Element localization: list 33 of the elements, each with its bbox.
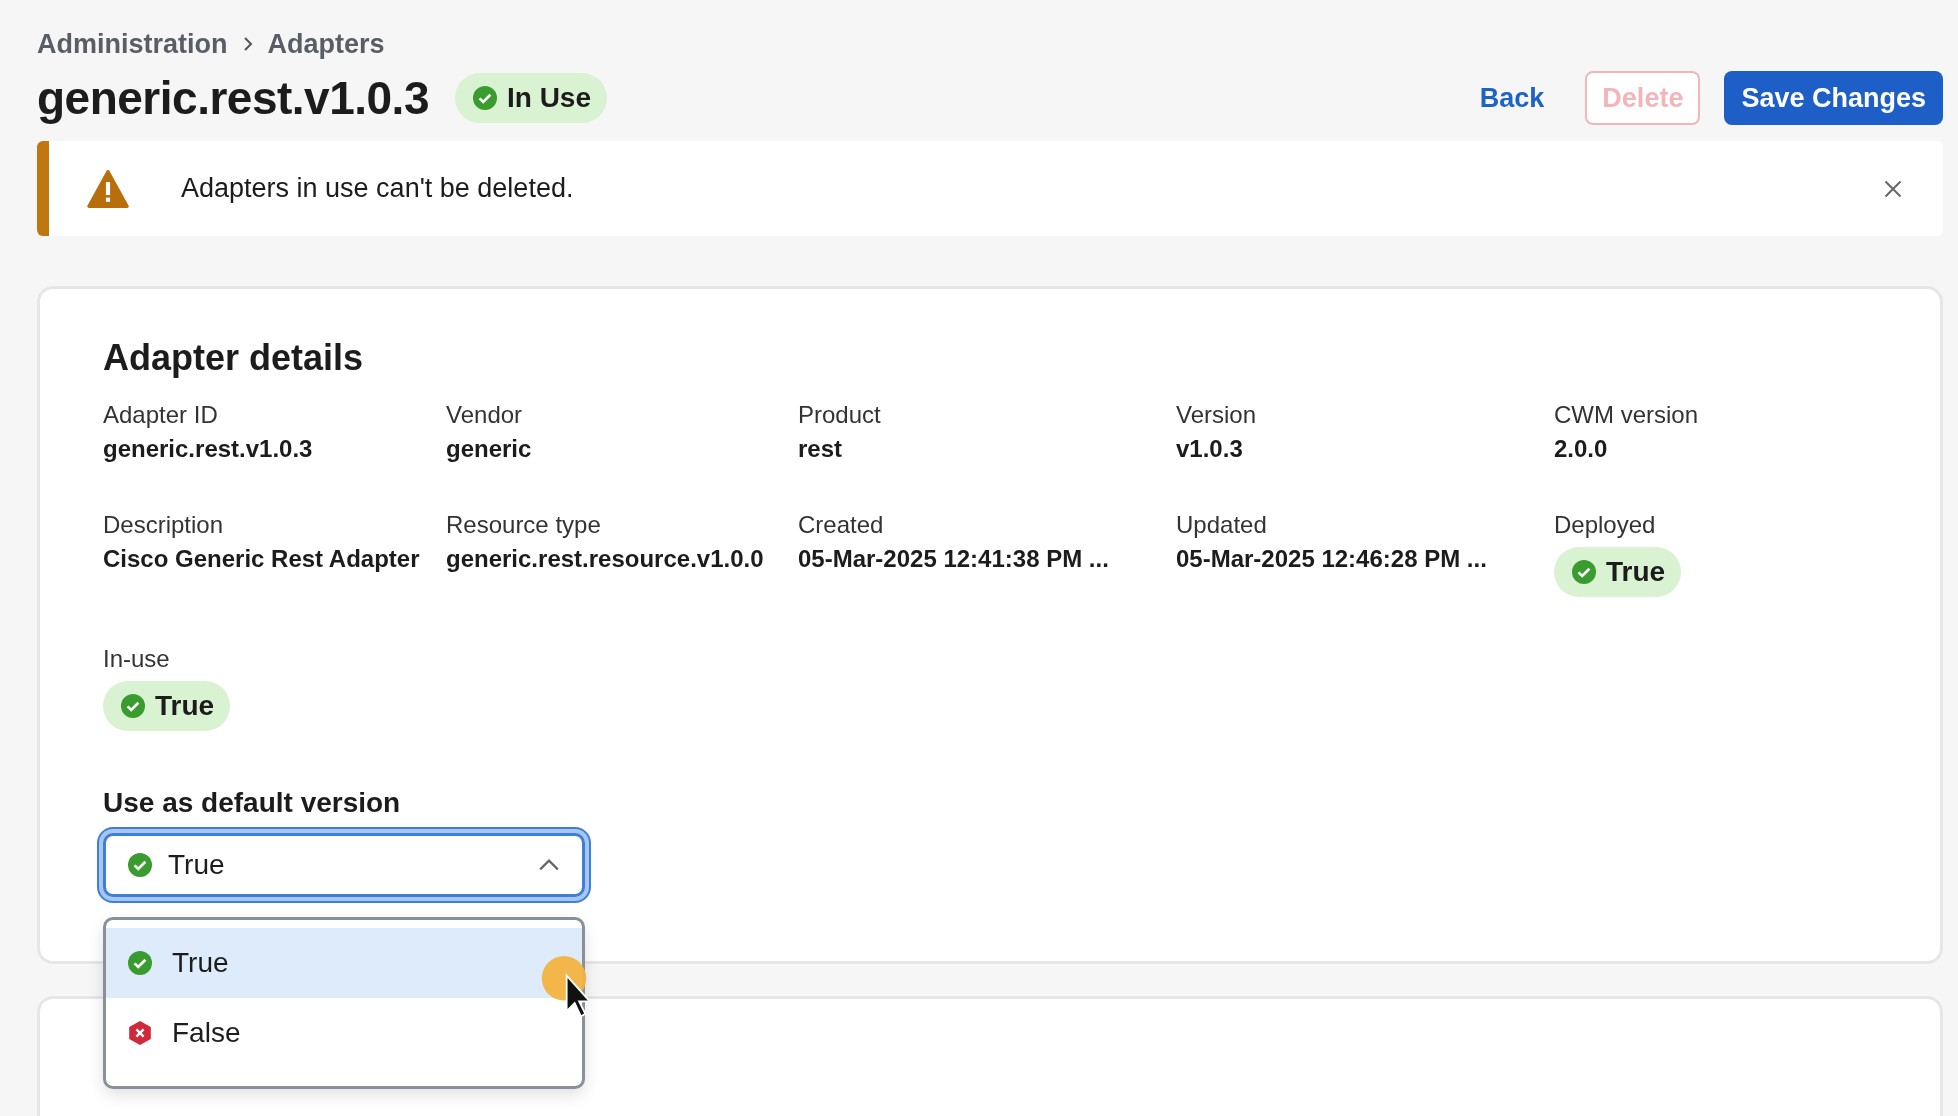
badge-label: True — [1606, 556, 1666, 588]
field-value: Cisco Generic Rest Adapter — [103, 545, 420, 573]
field-value: 2.0.0 — [1554, 435, 1608, 463]
field-label: Updated — [1176, 511, 1267, 539]
field-value: 05-Mar-2025 12:41:38 PM ... — [798, 545, 1109, 573]
breadcrumb-link[interactable]: Adapters — [267, 28, 385, 60]
action-button[interactable]: Save Changes — [1724, 71, 1943, 125]
dropdown-option[interactable]: True — [106, 928, 582, 998]
section-title: Adapter details — [103, 337, 365, 379]
field-label: Created — [798, 511, 884, 539]
field-label: Deployed — [1554, 511, 1656, 539]
field-label: Description — [103, 511, 224, 539]
badge-label: In Use — [506, 82, 591, 114]
field-label: In-use — [103, 645, 170, 673]
alert-message: Adapters in use can't be deleted. — [181, 173, 574, 204]
field-value: generic — [446, 435, 532, 463]
dropdown-option[interactable]: False — [106, 998, 582, 1068]
field-label: Use as default version — [103, 787, 402, 819]
field-label: Product — [798, 401, 881, 429]
field-label: Version — [1176, 401, 1257, 429]
page-title: generic.rest.v1.0.3 — [37, 71, 429, 125]
field-label: Adapter ID — [103, 401, 218, 429]
field-value: 05-Mar-2025 12:46:28 PM ... — [1176, 545, 1487, 573]
field-value: generic.rest.v1.0.3 — [103, 435, 313, 463]
field-label: Resource type — [446, 511, 601, 539]
badge-label: True — [155, 690, 215, 722]
field-value: rest — [798, 435, 843, 463]
field-label: CWM version — [1554, 401, 1698, 429]
field-value: v1.0.3 — [1176, 435, 1243, 463]
field-label: Vendor — [446, 401, 523, 429]
action-button[interactable]: Back — [1462, 71, 1562, 125]
breadcrumb-link[interactable]: Administration — [37, 28, 228, 60]
field-value: generic.rest.resource.v1.0.0 — [446, 545, 764, 573]
